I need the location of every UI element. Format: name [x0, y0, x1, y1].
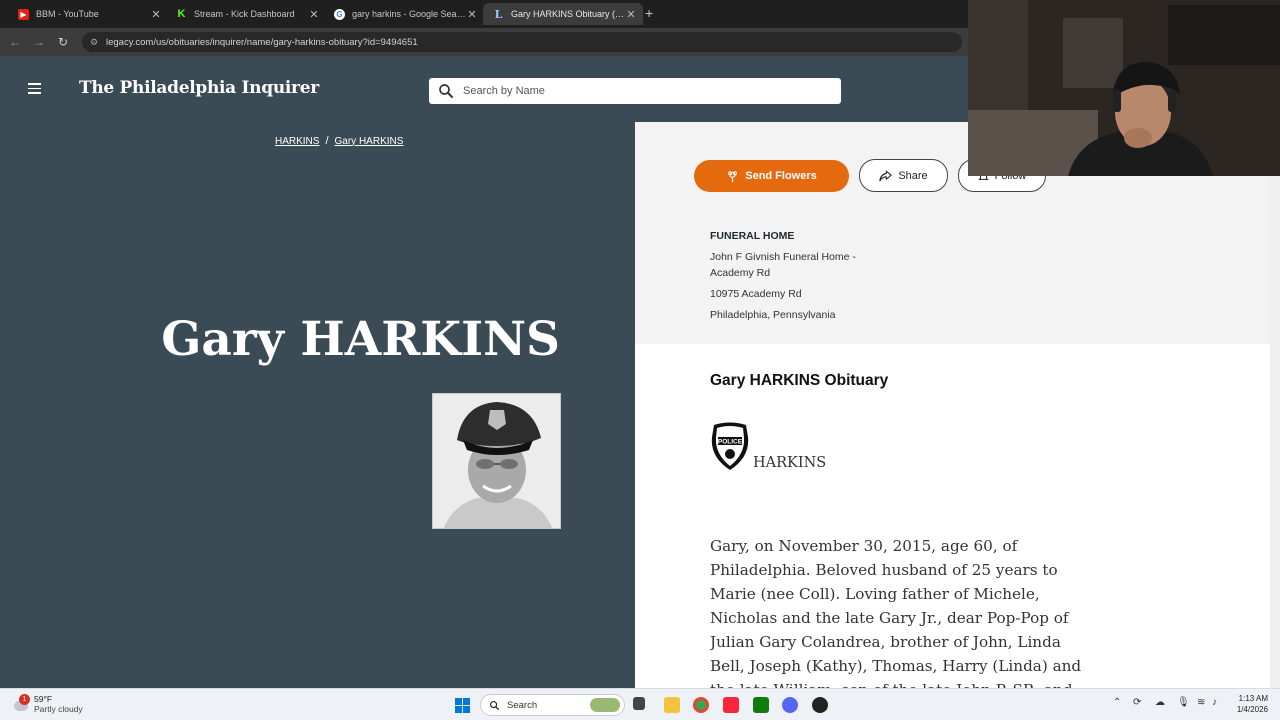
share-label: Share: [898, 169, 928, 182]
new-tab-icon[interactable]: +: [645, 5, 653, 21]
flower-icon: [728, 170, 738, 182]
show-hidden-icons[interactable]: ⌃: [1113, 697, 1121, 708]
app-icon[interactable]: [812, 697, 828, 713]
search-icon: [439, 84, 453, 98]
share-icon: [879, 170, 893, 181]
reload-icon[interactable]: ↻: [51, 35, 75, 49]
weather-temp: 59°F: [34, 694, 53, 704]
system-clock[interactable]: 1:13 AM 1/4/2026: [1228, 693, 1268, 715]
share-button[interactable]: Share: [859, 159, 948, 192]
close-tab-icon[interactable]: ✕: [625, 8, 637, 21]
task-view-icon[interactable]: [633, 697, 645, 710]
close-tab-icon[interactable]: ✕: [308, 8, 320, 21]
breadcrumb-name-link[interactable]: Gary HARKINS: [335, 136, 404, 147]
funeral-home-city: Philadelphia, Pennsylvania: [710, 309, 836, 321]
onedrive-icon[interactable]: ☁: [1155, 697, 1165, 708]
tab-youtube[interactable]: ▶ BBM - YouTube ✕: [8, 3, 168, 25]
obituary-surname: HARKINS: [753, 455, 827, 471]
police-badge-icon: POLICE: [711, 422, 749, 470]
windows-taskbar: 1 59°F Partly cloudy Search ⌃ ⟳ ☁ 🎙 ≋ ♪ …: [0, 688, 1280, 720]
site-info-icon[interactable]: ⚙: [90, 37, 100, 47]
breadcrumb-separator: /: [325, 135, 329, 147]
page-scrollbar[interactable]: [1270, 122, 1280, 688]
breadcrumb: HARKINS / Gary HARKINS: [275, 135, 403, 147]
funeral-home-name[interactable]: John F Givnish Funeral Home - Academy Rd: [710, 249, 880, 281]
menu-icon[interactable]: [28, 83, 41, 94]
deceased-name-heading: Gary HARKINS: [161, 312, 560, 367]
tab-kick[interactable]: K Stream - Kick Dashboard ✕: [166, 3, 326, 25]
taskbar-search-label: Search: [507, 699, 538, 711]
weather-condition: Partly cloudy: [34, 704, 83, 714]
close-tab-icon[interactable]: ✕: [150, 8, 162, 21]
clock-time: 1:13 AM: [1238, 694, 1268, 703]
search-box[interactable]: [429, 78, 841, 104]
obituary-text: Gary, on November 30, 2015, age 60, of P…: [710, 537, 1082, 688]
url-text: legacy.com/us/obituaries/inquirer/name/g…: [106, 36, 418, 48]
weather-alert-badge: 1: [19, 693, 30, 705]
music-app-icon[interactable]: [723, 697, 739, 713]
send-flowers-button[interactable]: Send Flowers: [694, 160, 849, 192]
address-bar[interactable]: ⚙ legacy.com/us/obituaries/inquirer/name…: [82, 32, 962, 52]
tab-title: Stream - Kick Dashboard: [194, 9, 295, 19]
legacy-icon: L: [494, 7, 503, 21]
tab-title: gary harkins - Google Search: [352, 9, 466, 19]
back-icon[interactable]: ←: [3, 35, 27, 49]
kick-icon: K: [176, 8, 187, 20]
google-icon: G: [334, 8, 345, 20]
weather-widget[interactable]: 1 59°F Partly cloudy: [12, 693, 83, 715]
search-icon: [490, 700, 500, 710]
search-input[interactable]: [463, 85, 823, 97]
send-flowers-label: Send Flowers: [745, 170, 817, 182]
youtube-icon: ▶: [18, 8, 29, 20]
tab-title: BBM - YouTube: [36, 9, 99, 19]
xbox-icon[interactable]: [753, 697, 769, 713]
funeral-home-label: FUNERAL HOME: [710, 230, 795, 242]
sync-icon[interactable]: ⟳: [1133, 697, 1141, 708]
hero-panel: HARKINS / Gary HARKINS Gary HARKINS: [0, 122, 635, 688]
forward-icon[interactable]: →: [27, 35, 51, 49]
tab-title: Gary HARKINS Obituary (2015): [511, 9, 625, 19]
webcam-overlay: [968, 0, 1280, 176]
site-logo[interactable]: The Philadelphia Inquirer: [79, 78, 319, 98]
badge-text: POLICE: [718, 439, 743, 446]
weather-icon: 1: [12, 693, 30, 714]
clock-date: 1/4/2026: [1236, 705, 1268, 714]
search-highlight-icon: [590, 698, 620, 712]
chrome-icon[interactable]: [693, 697, 709, 713]
file-explorer-icon[interactable]: [664, 697, 680, 713]
close-tab-icon[interactable]: ✕: [466, 8, 478, 21]
obituary-title: Gary HARKINS Obituary: [710, 372, 889, 389]
microphone-icon[interactable]: 🎙: [1177, 697, 1190, 708]
volume-icon[interactable]: ♪: [1212, 697, 1217, 708]
wifi-icon[interactable]: ≋: [1197, 697, 1205, 708]
windows-start-icon[interactable]: [455, 698, 470, 713]
discord-icon[interactable]: [782, 697, 798, 713]
breadcrumb-surname-link[interactable]: HARKINS: [275, 136, 319, 147]
tab-legacy[interactable]: L Gary HARKINS Obituary (2015) ✕: [483, 3, 643, 25]
funeral-home-address: 10975 Academy Rd: [710, 288, 802, 300]
taskbar-search[interactable]: Search: [480, 694, 625, 716]
deceased-photo[interactable]: [432, 393, 561, 529]
tab-google[interactable]: G gary harkins - Google Search ✕: [324, 3, 484, 25]
